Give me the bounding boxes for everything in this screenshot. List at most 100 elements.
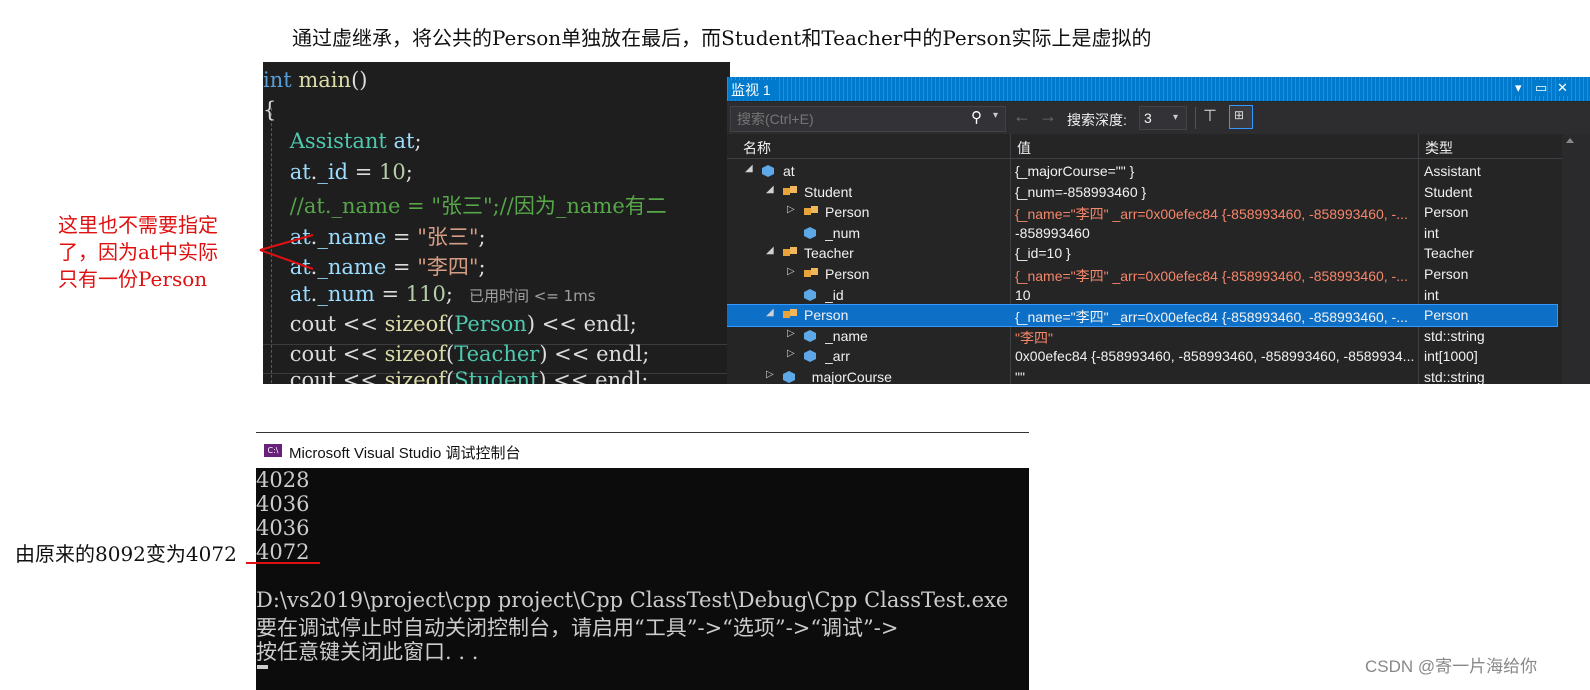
- watch-row-value[interactable]: {_majorCourse="" }: [1015, 163, 1415, 179]
- watch-row[interactable]: ◢ Person {_name="李四" _arr=0x00efec84 {-858…: [727, 304, 1558, 328]
- watch-row[interactable]: ◢ at {_majorCourse="" } Assistant: [727, 161, 1557, 182]
- back-arrow-icon[interactable]: ←: [1013, 106, 1031, 127]
- code-line: cout << sizeof(Person) << endl;: [289, 312, 637, 336]
- hex-toggle-button[interactable]: ⊞: [1229, 105, 1253, 129]
- console-line: 按任意键关闭此窗口. . .: [256, 640, 479, 664]
- watch-row-name: _arr: [825, 348, 850, 365]
- column-header-value[interactable]: 值: [1017, 138, 1031, 158]
- collapse-icon[interactable]: ◢: [766, 245, 774, 256]
- watch-row-value[interactable]: {_name="李四" _arr=0x00efec84 {-858993460,…: [1015, 204, 1415, 224]
- watch-row-value[interactable]: 0x00efec84 {-858993460, -858993460, -858…: [1015, 348, 1415, 364]
- chevron-down-icon: ▾: [1173, 112, 1179, 123]
- toolbar-divider: [1195, 107, 1196, 129]
- watch-row-value[interactable]: {_name="李四" _arr=0x00efec84 {-858993460,…: [1015, 266, 1415, 286]
- dropdown-icon[interactable]: ▾: [1515, 80, 1522, 96]
- code-line: {: [263, 98, 277, 122]
- search-icon[interactable]: ⚲: [971, 108, 982, 126]
- code-line: int main(): [263, 68, 368, 92]
- search-depth-select[interactable]: 3 ▾: [1139, 106, 1187, 130]
- expand-icon[interactable]: ▷: [787, 348, 795, 359]
- class-icon: [782, 185, 798, 202]
- expand-icon[interactable]: ▷: [787, 266, 795, 277]
- column-header-name[interactable]: 名称: [743, 138, 771, 158]
- watch-row-name: Person: [825, 266, 870, 282]
- watch-row-type: int: [1424, 286, 1439, 303]
- watch-row-name: _id: [825, 286, 844, 303]
- annotation-underline: [246, 562, 320, 564]
- watch-row-name: Person: [804, 307, 849, 324]
- code-line: cout << sizeof(Teacher) << endl;: [289, 342, 650, 366]
- watch-row-value[interactable]: 10: [1015, 287, 1415, 303]
- watch-row[interactable]: ▷ Person {_name="李四" _arr=0x00efec84 {-858…: [727, 264, 1557, 285]
- watch-row-type: int[1000]: [1424, 348, 1478, 365]
- forward-arrow-icon[interactable]: →: [1039, 106, 1057, 127]
- watch-row[interactable]: ◢ Student {_num=-858993460 } Student: [727, 182, 1557, 203]
- class-icon: [782, 308, 798, 325]
- watch-row[interactable]: ▷ _arr 0x00efec84 {-858993460, -858993460,…: [727, 346, 1557, 367]
- watch-row-value[interactable]: "李四": [1015, 328, 1415, 348]
- watch-row-name: at: [783, 163, 795, 179]
- code-editor[interactable]: int main() { Assistant at; at._id = 10; /…: [263, 62, 730, 384]
- watch-row-name: Person: [825, 204, 870, 221]
- watch-title-bar[interactable]: 监视 1 ▾ ▭ ✕: [727, 77, 1590, 101]
- watch-row[interactable]: _id 10 int: [727, 285, 1557, 306]
- collapse-icon[interactable]: ◢: [745, 163, 753, 174]
- expand-icon[interactable]: ▷: [787, 328, 795, 339]
- expand-icon[interactable]: ▷: [787, 204, 795, 215]
- watch-row[interactable]: ◢ Teacher {_id=10 } Teacher: [727, 243, 1557, 264]
- console-line: 4072: [256, 540, 310, 564]
- watch-toolbar: ⚲ ▾ ← → 搜索深度: 3 ▾ ⊤ ⊞: [727, 102, 1590, 134]
- scroll-up-icon[interactable]: [1566, 138, 1574, 143]
- console-title-bar[interactable]: C:\ Microsoft Visual Studio 调试控制台: [256, 432, 1029, 469]
- watch-row[interactable]: ▷ Person {_name="李四" _arr=0x00efec84 {-858…: [727, 202, 1557, 223]
- watch-row-value[interactable]: {_id=10 }: [1015, 245, 1415, 261]
- code-line: cout << sizeof(Student) << endl;: [289, 368, 649, 384]
- elapsed-time-label: 已用时间 <= 1ms: [468, 287, 596, 305]
- watch-row-name: _num: [825, 224, 861, 241]
- close-icon[interactable]: ✕: [1557, 80, 1568, 96]
- watch-row[interactable]: ▷ _majorCourse "" std::string: [727, 367, 1557, 384]
- chevron-down-icon[interactable]: ▾: [993, 110, 998, 121]
- watch-row-type: int: [1424, 224, 1439, 241]
- tab-icon: ⊞: [1234, 108, 1245, 122]
- maximize-icon[interactable]: ▭: [1535, 80, 1548, 96]
- watch-row-type: Teacher: [1424, 245, 1474, 262]
- search-depth-value: 3: [1144, 110, 1152, 126]
- collapse-icon[interactable]: ◢: [766, 307, 774, 318]
- bottom-annotation: 由原来的8092变为4072: [15, 542, 237, 566]
- watch-row-value[interactable]: -858993460: [1015, 225, 1415, 241]
- field-icon: [803, 288, 817, 305]
- watch-window[interactable]: 监视 1 ▾ ▭ ✕ ⚲ ▾ ← → 搜索深度: 3 ▾ ⊤ ⊞ 名称 值 类型…: [727, 77, 1590, 384]
- left-annotation: 这里也不需要指定 了，因为at中实际 只有一份Person: [58, 212, 218, 293]
- search-input[interactable]: [735, 109, 969, 129]
- pin-icon[interactable]: ⊤: [1203, 106, 1217, 126]
- watch-row-name: _name: [825, 327, 868, 344]
- watch-row[interactable]: ▷ _name "李四" std::string: [727, 326, 1557, 347]
- console-line: D:\vs2019\project\cpp project\Cpp ClassT…: [256, 588, 1009, 612]
- column-header-type[interactable]: 类型: [1425, 138, 1453, 158]
- expand-icon[interactable]: ▷: [766, 369, 774, 380]
- console-app-icon: C:\: [264, 444, 282, 457]
- arrow-line-1: [259, 234, 314, 251]
- watch-row-type: Person: [1424, 307, 1469, 324]
- watch-row[interactable]: _num -858993460 int: [727, 223, 1557, 244]
- console-title: Microsoft Visual Studio 调试控制台: [289, 445, 521, 462]
- search-box[interactable]: ⚲ ▾: [730, 106, 1006, 132]
- watch-row-type: std::string: [1424, 327, 1485, 344]
- annotation-line: 了，因为at中实际: [58, 240, 218, 264]
- class-icon: [803, 267, 819, 284]
- watch-row-value[interactable]: {_num=-858993460 }: [1015, 184, 1415, 200]
- console-output[interactable]: 4028 4036 4036 4072 D:\vs2019\project\cpp pr…: [256, 468, 1029, 690]
- field-icon: [761, 164, 775, 181]
- watch-row-type: Student: [1424, 183, 1473, 200]
- class-icon: [803, 205, 819, 222]
- console-line: 4028: [256, 468, 310, 492]
- watch-row-type: Person: [1424, 204, 1469, 221]
- search-depth-label: 搜索深度:: [1067, 112, 1127, 128]
- collapse-icon[interactable]: ◢: [766, 184, 774, 195]
- watch-row-value[interactable]: {_name="李四" _arr=0x00efec84 {-858993460,…: [1015, 307, 1415, 327]
- field-icon: [782, 370, 796, 384]
- watch-row-value[interactable]: "": [1015, 369, 1415, 384]
- cursor: [257, 665, 268, 669]
- scrollbar[interactable]: [1562, 134, 1590, 384]
